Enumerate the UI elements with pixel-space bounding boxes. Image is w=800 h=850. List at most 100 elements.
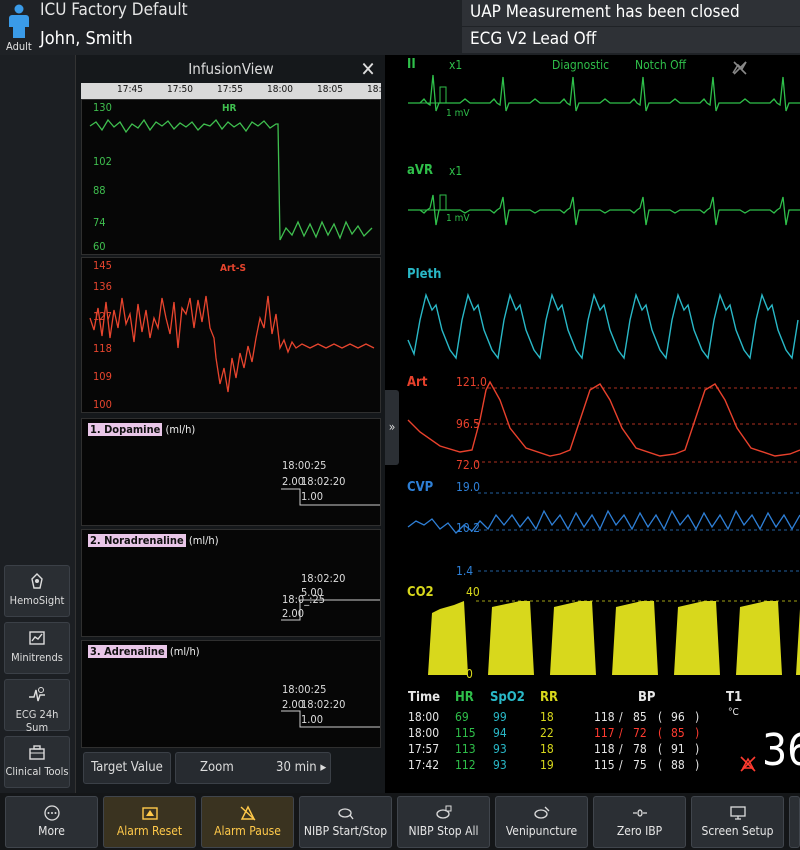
trend-cell-bp-dia: 78 bbox=[633, 742, 647, 756]
time-tick: 18: bbox=[367, 84, 382, 95]
trend-cell-bp-dia: 75 bbox=[633, 758, 647, 772]
trend-cell-bp-sys: 117 bbox=[594, 726, 615, 740]
alarm-message[interactable]: ECG V2 Lead Off bbox=[462, 27, 800, 53]
trend-cell-bp-mean: 85 bbox=[671, 726, 685, 740]
target-value-button[interactable]: Target Value bbox=[83, 752, 171, 784]
more-icon bbox=[43, 805, 60, 821]
trend-header-rr: RR bbox=[540, 690, 559, 705]
trend-bp-separator: ( bbox=[658, 710, 663, 724]
hr-trend-line bbox=[89, 118, 373, 241]
left-dock: HemoSight Minitrends ECG 24h Sum Clinica… bbox=[0, 55, 75, 793]
trend-cell-bp-sys: 118 bbox=[594, 710, 615, 724]
venipuncture-button[interactable]: Venipuncture bbox=[495, 796, 588, 848]
infusion-view-window: InfusionView ✕ 17:45 17:50 17:55 18:00 1… bbox=[75, 55, 385, 793]
trend-bp-separator: ( bbox=[658, 758, 663, 772]
pleth-waveform bbox=[407, 292, 799, 360]
next-page-button[interactable] bbox=[789, 796, 800, 848]
alarm-pause-button[interactable]: Alarm Pause bbox=[201, 796, 294, 848]
trend-cell-bp-mean: 96 bbox=[671, 710, 685, 724]
screen-setup-label: Screen Setup bbox=[701, 824, 774, 838]
zero-ibp-button[interactable]: Zero IBP bbox=[593, 796, 686, 848]
close-icon[interactable]: ✕ bbox=[356, 57, 380, 81]
trend-bp-separator: / bbox=[619, 710, 623, 724]
ecg-ii-waveform bbox=[408, 74, 800, 112]
header-bar: Adult ICU Factory Default John, Smith UA… bbox=[0, 0, 800, 55]
trend-header-bp: BP bbox=[638, 690, 656, 705]
co2-waveform bbox=[428, 600, 800, 675]
art-waveform bbox=[407, 380, 800, 463]
nibp-start-stop-label: NIBP Start/Stop bbox=[303, 824, 388, 838]
trend-cell-time: 18:00 bbox=[408, 726, 440, 740]
profile-name[interactable]: ICU Factory Default bbox=[40, 0, 188, 20]
trend-cell-time: 17:57 bbox=[408, 742, 440, 756]
more-button[interactable]: More bbox=[5, 796, 98, 848]
nibp-start-stop-button[interactable]: NIBP Start/Stop bbox=[299, 796, 392, 848]
alarm-pause-label: Alarm Pause bbox=[214, 824, 281, 838]
trend-bp-separator: ) bbox=[695, 758, 700, 772]
zero-ibp-label: Zero IBP bbox=[616, 824, 663, 838]
trend-cell-bp-dia: 85 bbox=[633, 710, 647, 724]
trend-bp-separator: ) bbox=[695, 710, 700, 724]
trend-cell-rr: 18 bbox=[540, 710, 554, 724]
nibp-stop-all-button[interactable]: NIBP Stop All bbox=[397, 796, 490, 848]
alarm-pause-icon bbox=[240, 805, 255, 821]
patient-category[interactable]: Adult bbox=[6, 40, 32, 53]
trend-bp-separator: / bbox=[619, 742, 623, 756]
nibp-trend-table[interactable]: Time HR SpO2 RR BP 18:00 69 99 18 118 / 85 (96)… bbox=[408, 690, 708, 782]
collapse-panel-tab[interactable]: » bbox=[385, 390, 399, 465]
time-tick: 17:50 bbox=[167, 84, 193, 95]
drug-panel-adrenaline[interactable]: 3. Adrenaline (ml/h) 18:00:25 2.00 18:02… bbox=[81, 640, 381, 748]
trend-bp-separator: / bbox=[619, 726, 623, 740]
ecg-24h-summary-button[interactable]: ECG 24h Sum bbox=[4, 679, 70, 734]
trend-cell-spo2: 94 bbox=[493, 726, 507, 740]
toolbox-icon bbox=[29, 745, 45, 760]
nibp-stop-all-icon bbox=[435, 805, 451, 819]
trend-header-spo2: SpO2 bbox=[490, 690, 525, 705]
clinical-tools-button[interactable]: Clinical Tools bbox=[4, 736, 70, 788]
arts-trend-panel[interactable]: Art-S 145 136 127 118 109 100 bbox=[81, 257, 381, 413]
alarm-reset-label: Alarm Reset bbox=[116, 824, 183, 838]
cvp-waveform bbox=[407, 492, 800, 572]
trend-bp-separator: ( bbox=[658, 726, 663, 740]
screen-setup-icon bbox=[729, 806, 746, 820]
patient-name[interactable]: John, Smith bbox=[40, 28, 133, 49]
trend-cell-rr: 19 bbox=[540, 758, 554, 772]
trend-header-hr: HR bbox=[455, 690, 474, 705]
time-tick: 18:05 bbox=[317, 84, 343, 95]
minitrends-button[interactable]: Minitrends bbox=[4, 622, 70, 674]
prompt-message[interactable]: UAP Measurement has been closed bbox=[462, 0, 800, 26]
patient-person-icon[interactable] bbox=[6, 4, 32, 38]
trend-bp-separator: ) bbox=[695, 726, 700, 740]
trend-cell-spo2: 93 bbox=[493, 742, 507, 756]
arts-trend-line bbox=[89, 295, 375, 393]
trend-cell-rr: 22 bbox=[540, 726, 554, 740]
trend-bp-separator: / bbox=[619, 758, 623, 772]
time-tick: 18:00 bbox=[267, 84, 293, 95]
temperature-value[interactable]: 36 bbox=[762, 726, 800, 776]
hemosight-button[interactable]: HemoSight bbox=[4, 565, 70, 617]
zoom-button[interactable]: Zoom 30 min ▸ bbox=[175, 752, 331, 784]
alarm-reset-button[interactable]: Alarm Reset bbox=[103, 796, 196, 848]
trend-header-time: Time bbox=[408, 690, 441, 705]
minitrends-label: Minitrends bbox=[11, 651, 63, 664]
trend-bp-separator: ( bbox=[658, 742, 663, 756]
trend-cell-time: 17:42 bbox=[408, 758, 440, 772]
trend-cell-hr: 115 bbox=[455, 726, 476, 740]
nibp-stop-all-label: NIBP Stop All bbox=[408, 824, 479, 838]
waveform-area: II x1 Diagnostic Notch Off 1 mV aVR x1 1… bbox=[400, 55, 800, 690]
zoom-value: 30 min ▸ bbox=[276, 760, 327, 775]
hemosight-icon bbox=[31, 573, 43, 589]
ecg-summary-icon bbox=[29, 687, 45, 702]
time-axis: 17:45 17:50 17:55 18:00 18:05 18: bbox=[81, 83, 381, 99]
temperature-unit: °C bbox=[728, 707, 739, 718]
hr-trend-panel[interactable]: HR 130 102 88 74 60 bbox=[81, 99, 381, 255]
drug-panel-noradrenaline[interactable]: 2. Noradrenaline (ml/h) 18:02:20 5.00 18… bbox=[81, 529, 381, 637]
zero-ibp-icon bbox=[632, 809, 647, 817]
time-tick: 17:55 bbox=[217, 84, 243, 95]
temperature-label[interactable]: T1 bbox=[726, 690, 742, 705]
screen-setup-button[interactable]: Screen Setup bbox=[691, 796, 784, 848]
alarm-reset-icon bbox=[141, 807, 158, 820]
hemosight-label: HemoSight bbox=[9, 594, 65, 607]
drug-panel-dopamine[interactable]: 1. Dopamine (ml/h) 18:00:25 2.00 18:02:2… bbox=[81, 418, 381, 526]
trend-cell-hr: 69 bbox=[455, 710, 469, 724]
